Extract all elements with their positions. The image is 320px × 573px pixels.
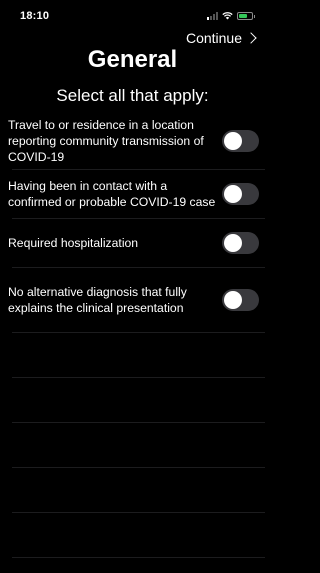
toggle-knob: [224, 185, 242, 203]
option-row-contact[interactable]: Having been in contact with a confirmed …: [0, 170, 265, 218]
status-bar: 18:10: [0, 0, 265, 32]
option-row-hospitalization[interactable]: Required hospitalization: [0, 219, 265, 267]
option-label: Having been in contact with a confirmed …: [8, 179, 216, 209]
empty-row: [0, 423, 265, 467]
empty-row: [0, 468, 265, 512]
toggle-knob: [224, 132, 242, 150]
status-time: 18:10: [20, 10, 50, 22]
option-toggle-diagnosis[interactable]: [222, 289, 259, 311]
empty-row: [0, 333, 265, 377]
option-row-travel[interactable]: Travel to or residence in a location rep…: [0, 113, 265, 169]
battery-charging-icon: [237, 11, 255, 20]
empty-row: [0, 513, 265, 557]
signal-icon: [207, 11, 218, 20]
page-title: General: [87, 46, 178, 73]
option-label: No alternative diagnosis that fully expl…: [8, 285, 187, 315]
option-label: Required hospitalization: [8, 236, 139, 250]
row-separator: [12, 557, 265, 558]
option-toggle-hospitalization[interactable]: [222, 232, 259, 254]
toggle-knob: [224, 291, 242, 309]
option-toggle-travel[interactable]: [222, 130, 259, 152]
continue-label: Continue: [185, 30, 242, 46]
option-row-diagnosis[interactable]: No alternative diagnosis that fully expl…: [0, 268, 265, 332]
battery-fill: [239, 13, 248, 18]
page-subtitle: Select all that apply:: [56, 86, 209, 105]
option-label: Travel to or residence in a location rep…: [8, 118, 204, 164]
wifi-icon: [222, 12, 233, 20]
toggle-knob: [224, 234, 242, 252]
status-icons: [207, 11, 255, 20]
options-list: Travel to or residence in a location rep…: [0, 113, 265, 558]
chevron-right-icon: [245, 32, 257, 44]
continue-button[interactable]: Continue: [185, 30, 257, 46]
option-toggle-contact[interactable]: [222, 183, 259, 205]
empty-row: [0, 378, 265, 422]
